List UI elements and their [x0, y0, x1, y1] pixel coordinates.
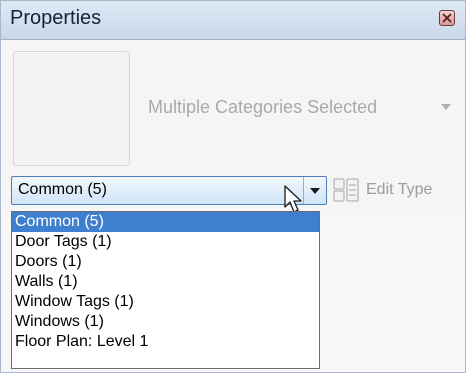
chevron-down-icon [310, 188, 320, 194]
dropdown-option-walls[interactable]: Walls (1) [12, 272, 319, 292]
dropdown-option-doors[interactable]: Doors (1) [12, 252, 319, 272]
properties-palette: Properties Multiple Categories Selected … [0, 0, 466, 373]
edit-type-icon [333, 178, 359, 202]
dropdown-option-door-tags[interactable]: Door Tags (1) [12, 232, 319, 252]
dropdown-option-common[interactable]: Common (5) [12, 212, 319, 232]
category-filter-value: Common (5) [18, 181, 107, 198]
titlebar[interactable]: Properties [1, 1, 465, 40]
category-filter-dropdown[interactable]: Common (5) [11, 176, 327, 205]
filter-row: Common (5) Edit Type [1, 172, 465, 213]
close-icon [442, 13, 452, 23]
edit-type-button[interactable]: Edit Type [333, 176, 455, 205]
close-button[interactable] [439, 10, 455, 26]
edit-type-label: Edit Type [366, 181, 433, 198]
dropdown-option-window-tags[interactable]: Window Tags (1) [12, 292, 319, 312]
chevron-down-icon[interactable] [441, 104, 451, 110]
type-preview-image [13, 51, 130, 166]
dropdown-option-windows[interactable]: Windows (1) [12, 312, 319, 332]
type-selector-label: Multiple Categories Selected [148, 97, 378, 117]
panel-title: Properties [10, 7, 102, 29]
type-selector[interactable]: Multiple Categories Selected [1, 40, 465, 172]
category-dropdown-list: Common (5) Door Tags (1) Doors (1) Walls… [11, 211, 320, 369]
dropdown-option-floor-plan[interactable]: Floor Plan: Level 1 [12, 332, 319, 352]
dropdown-button[interactable] [303, 177, 326, 204]
